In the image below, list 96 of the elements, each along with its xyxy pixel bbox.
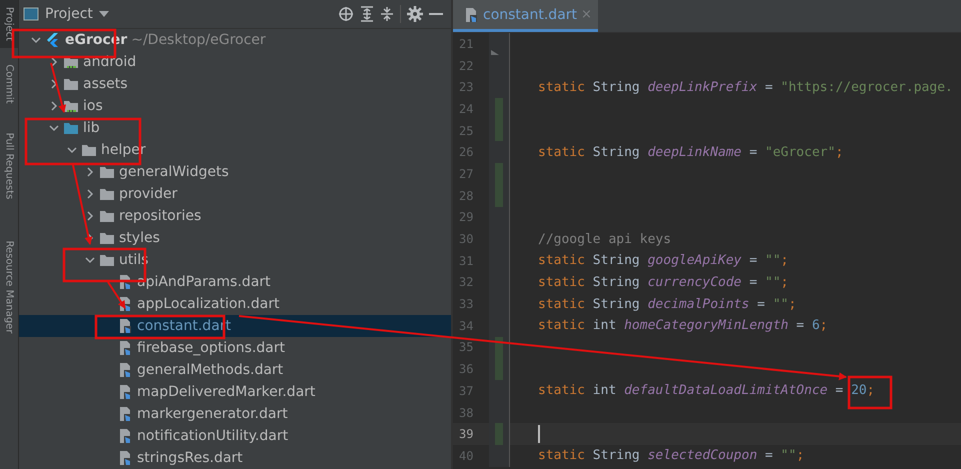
code-line: static String deepLinkName = "eGrocer"; bbox=[537, 144, 844, 160]
tree-item-label[interactable]: ios bbox=[83, 98, 103, 114]
line-number: 32 bbox=[458, 275, 474, 290]
collapse-all-icon bbox=[380, 6, 394, 22]
tree-row[interactable]: markergenerator.dart bbox=[19, 403, 451, 425]
tree-item-label[interactable]: mapDeliveredMarker.dart bbox=[137, 384, 316, 400]
tree-row[interactable]: ios bbox=[19, 95, 451, 117]
tree-row[interactable]: generalWidgets bbox=[19, 161, 451, 183]
tree-item-label[interactable]: provider bbox=[119, 186, 178, 202]
code-line: static String currencyCode = ""; bbox=[537, 274, 788, 290]
tree-item-label[interactable]: notificationUtility.dart bbox=[137, 428, 288, 444]
code-line: static String deepLinkPrefix = "https://egrocer.page. bbox=[537, 80, 953, 95]
line-number: 21 bbox=[458, 36, 474, 51]
tree-row[interactable]: repositories bbox=[19, 205, 451, 227]
text-cursor bbox=[538, 425, 540, 444]
line-number: 40 bbox=[458, 448, 474, 463]
tree-row[interactable]: stringsRes.dart bbox=[19, 447, 451, 469]
tree-item-label[interactable]: apiAndParams.dart bbox=[137, 274, 271, 290]
code-line: static int defaultDataLoadLimitAtOnce = 20; bbox=[537, 383, 875, 398]
tree-item-label[interactable]: generalMethods.dart bbox=[137, 362, 284, 378]
folder-icon bbox=[99, 230, 115, 246]
tree-row[interactable]: android bbox=[19, 51, 451, 73]
code-line: static String decimalPoints = ""; bbox=[537, 296, 796, 312]
tree-item-label[interactable]: styles bbox=[119, 230, 160, 246]
line-number: 27 bbox=[458, 166, 474, 181]
tree-row[interactable]: provider bbox=[19, 183, 451, 205]
dart-file-icon bbox=[117, 384, 133, 400]
line-number: 28 bbox=[458, 188, 474, 203]
line-number: 24 bbox=[458, 102, 474, 116]
folder-icon bbox=[99, 164, 115, 180]
crosshair-icon bbox=[338, 6, 354, 22]
tree-item-label[interactable]: appLocalization.dart bbox=[137, 296, 280, 312]
dart-file-icon bbox=[117, 428, 133, 444]
project-window-icon bbox=[23, 6, 39, 22]
folder-icon bbox=[99, 208, 115, 224]
tree-row[interactable]: mapDeliveredMarker.dart bbox=[19, 381, 451, 403]
folder-icon bbox=[63, 76, 79, 92]
line-number: 23 bbox=[458, 80, 474, 94]
tree-item-label[interactable]: lib bbox=[83, 120, 100, 136]
tree-item-label[interactable]: repositories bbox=[119, 208, 202, 224]
dart-file-icon bbox=[117, 362, 133, 378]
highlight-box bbox=[848, 376, 892, 410]
side-tab[interactable]: Pull Requests bbox=[4, 132, 14, 200]
folder-icon bbox=[81, 142, 97, 158]
line-number: 26 bbox=[458, 145, 474, 160]
tree-item-label[interactable]: markergenerator.dart bbox=[137, 406, 288, 422]
side-tab[interactable]: Resource Manager bbox=[4, 240, 14, 334]
expand-all-icon bbox=[360, 6, 374, 22]
line-number: 30 bbox=[458, 232, 474, 246]
tree-row[interactable]: lib bbox=[19, 117, 451, 139]
tree-item-label[interactable]: stringsRes.dart bbox=[137, 450, 243, 466]
tree-row[interactable]: appLocalization.dart bbox=[19, 293, 451, 315]
minimize-icon bbox=[429, 12, 443, 16]
dart-file-icon bbox=[117, 406, 133, 422]
flutter-logo-icon bbox=[45, 32, 61, 48]
folder-icon bbox=[63, 98, 79, 114]
tree-row[interactable]: apiAndParams.dart bbox=[19, 271, 451, 293]
line-number: 31 bbox=[458, 254, 474, 268]
line-number: 36 bbox=[458, 362, 474, 376]
tree-row[interactable]: firebase_options.dart bbox=[19, 337, 451, 359]
code-line: static String googleApiKey = ""; bbox=[537, 253, 788, 268]
line-number: 33 bbox=[458, 297, 474, 312]
code-line: static int homeCategoryMinLength = 6; bbox=[537, 318, 828, 334]
folder-icon bbox=[99, 186, 115, 202]
dart-file-icon bbox=[117, 450, 133, 466]
line-number: 29 bbox=[458, 210, 474, 224]
tree-item-label[interactable]: android bbox=[83, 54, 136, 70]
line-number: 38 bbox=[458, 406, 474, 420]
side-tab[interactable]: Commit bbox=[4, 64, 14, 104]
tree-item-label[interactable]: generalWidgets bbox=[119, 164, 229, 180]
dart-file-icon bbox=[117, 318, 133, 334]
project-path: ~/Desktop/eGrocer bbox=[131, 32, 266, 48]
dart-file-icon bbox=[463, 6, 479, 22]
line-number: 34 bbox=[458, 318, 474, 333]
folder-icon bbox=[99, 252, 115, 268]
settings-icon bbox=[407, 6, 423, 22]
code-line: //google api keys bbox=[537, 232, 672, 247]
tree-row[interactable]: notificationUtility.dart bbox=[19, 425, 451, 447]
line-number: 22 bbox=[458, 58, 474, 73]
tree-row[interactable]: assets bbox=[19, 73, 451, 95]
annotation-arrow bbox=[50, 62, 66, 113]
line-number: 35 bbox=[458, 340, 474, 354]
tree-row[interactable]: generalMethods.dart bbox=[19, 359, 451, 381]
panel-title[interactable]: Project bbox=[45, 6, 93, 22]
editor-tab[interactable]: constant.dart × bbox=[453, 0, 598, 32]
dropdown-caret-icon bbox=[98, 11, 109, 17]
tree-item-label[interactable]: assets bbox=[83, 76, 128, 92]
line-number: 39 bbox=[458, 427, 474, 442]
dart-file-icon bbox=[117, 340, 133, 356]
folder-icon bbox=[63, 120, 79, 136]
line-number: 37 bbox=[458, 384, 474, 398]
tree-item-label[interactable]: firebase_options.dart bbox=[137, 340, 285, 356]
annotation-arrow bbox=[107, 281, 126, 309]
line-number: 25 bbox=[458, 124, 474, 138]
code-line: static String selectedCoupon = ""; bbox=[537, 448, 804, 464]
tree-row[interactable]: styles bbox=[19, 227, 451, 249]
